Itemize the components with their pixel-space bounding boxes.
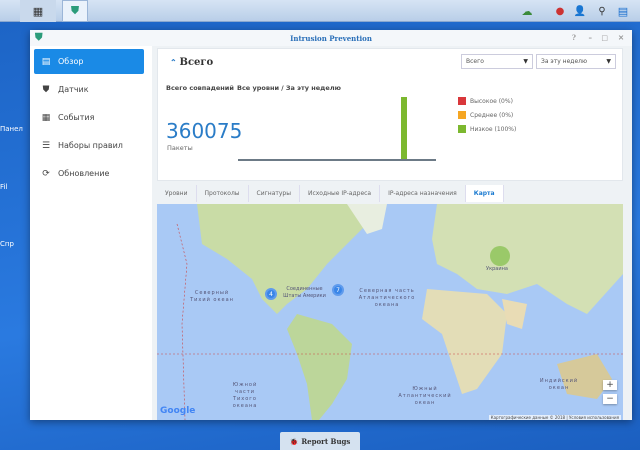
total-count: 360075 [166, 119, 243, 143]
sidebar-item-label: Датчик [58, 85, 89, 94]
tab-levels[interactable]: Уровни [157, 185, 197, 202]
sidebar-item-label: Обновление [58, 169, 110, 178]
subtitle-scope: Все уровни / За эту неделю [237, 84, 341, 92]
main-menu-button[interactable]: ▦ [20, 0, 56, 22]
tab-protocols[interactable]: Протоколы [197, 185, 249, 202]
sidebar: ▤ Обзор ⛊ Датчик ▦ События ☰ Наборы правил ⟳… [30, 46, 148, 420]
label-indian: Индийский океан [539, 378, 579, 391]
maximize-button[interactable]: □ [601, 33, 608, 42]
legend-swatch [458, 111, 466, 119]
period-select-value: За эту неделю [541, 58, 588, 65]
legend-medium: Среднее (0%) [458, 111, 513, 119]
sidebar-item-update[interactable]: ⟳ Обновление [34, 161, 144, 186]
app-shield-icon: ⛊ [35, 32, 43, 43]
legend-high: Высокое (0%) [458, 97, 513, 105]
user-icon[interactable]: 👤 [572, 0, 588, 22]
legend-swatch [458, 97, 466, 105]
rulesets-icon: ☰ [41, 140, 51, 151]
chart-bar [401, 97, 407, 159]
tab-signatures[interactable]: Сигнатуры [249, 185, 300, 202]
map-cluster-marker[interactable]: 4 [265, 288, 277, 300]
sidebar-item-label: События [58, 113, 95, 122]
legend-label: Низкое (100%) [470, 125, 517, 133]
report-bugs-label: Report Bugs [301, 436, 351, 446]
legend-low: Низкое (100%) [458, 125, 516, 133]
chevron-up-icon: ⌃ [170, 57, 180, 67]
search-icon[interactable]: ⚲ [594, 0, 610, 22]
legend-swatch [458, 125, 466, 133]
desktop-icon-help[interactable]: Спр [0, 240, 14, 248]
label-ukraine: Украина [486, 266, 508, 272]
level-select-value: Всего [466, 58, 484, 65]
summary-toggle[interactable]: ⌃ Всего [170, 57, 213, 68]
label-n-atlantic: Северная часть Атлантического океана [358, 288, 416, 308]
legend-label: Среднее (0%) [470, 111, 514, 119]
subtitle-total-matches: Всего совпадений [166, 84, 234, 92]
label-s-atlantic: Южный Атлантический океан [398, 386, 452, 406]
zoom-in-button[interactable]: + [603, 380, 617, 390]
window-titlebar[interactable]: ⛊ Intrusion Prevention ? – □ ✕ [30, 30, 632, 46]
total-unit: Пакеты [167, 144, 193, 152]
world-map[interactable]: Северный Тихий океан Соединенные Штаты А… [157, 204, 623, 420]
summary-title: Всего [179, 57, 214, 68]
desktop-icon-control-panel[interactable]: Панел [0, 125, 23, 133]
chart-x-axis [238, 159, 436, 161]
sidebar-item-rulesets[interactable]: ☰ Наборы правил [34, 133, 144, 158]
sidebar-item-events[interactable]: ▦ События [34, 105, 144, 130]
close-button[interactable]: ✕ [618, 33, 624, 42]
zoom-out-button[interactable]: − [603, 394, 617, 404]
report-bugs-button[interactable]: 🐞 Report Bugs [280, 432, 360, 450]
cloud-sync-icon[interactable]: ☁ [519, 0, 535, 22]
map-attribution: Картографические данные © 2018 | Условия… [488, 415, 621, 420]
widgets-icon[interactable]: ▤ [614, 0, 632, 22]
taskbar: ▦ ⛊ ☁ ● 👤 ⚲ ▤ [0, 0, 640, 22]
grid-icon: ▦ [32, 4, 44, 18]
tab-map[interactable]: Карта [465, 185, 504, 202]
overview-icon: ▤ [41, 56, 51, 67]
summary-card: ⌃ Всего Всего ▼ За эту неделю ▼ Всего совп… [157, 48, 623, 181]
sidebar-item-overview[interactable]: ▤ Обзор [34, 49, 144, 74]
tab-bar: Уровни Протоколы Сигнатуры Исходные IP-а… [157, 185, 504, 202]
label-n-pacific: Северный Тихий океан [190, 290, 234, 303]
sidebar-item-label: Наборы правил [58, 141, 123, 150]
tab-source-ip[interactable]: Исходные IP-адреса [300, 185, 381, 202]
sidebar-item-sensor[interactable]: ⛊ Датчик [34, 77, 144, 102]
attribution-text: Картографические данные © 2018 [490, 415, 566, 420]
map-cluster-marker[interactable]: 7 [332, 284, 344, 296]
notifications-icon[interactable]: ● [552, 0, 568, 22]
period-select[interactable]: За эту неделю ▼ [536, 54, 616, 69]
main-panel: ⌃ Всего Всего ▼ За эту неделю ▼ Всего совп… [152, 46, 632, 420]
sensor-icon: ⛊ [42, 84, 50, 95]
terms-link[interactable]: Условия использования [569, 415, 619, 420]
shield-icon: ⛊ [70, 4, 80, 17]
taskbar-app-intrusion-prevention[interactable]: ⛊ [62, 0, 88, 22]
help-button[interactable]: ? [572, 33, 576, 42]
bug-icon: 🐞 [289, 436, 299, 446]
update-icon: ⟳ [42, 168, 50, 179]
legend-label: Высокое (0%) [470, 97, 513, 105]
intrusion-prevention-window: ⛊ Intrusion Prevention ? – □ ✕ ▤ Обзор ⛊ Д… [30, 30, 632, 420]
desktop-icon-file-station[interactable]: Fil [0, 183, 7, 191]
events-icon: ▦ [41, 112, 51, 123]
window-title: Intrusion Prevention [290, 33, 372, 43]
label-usa: Соединенные Штаты Америки [283, 286, 326, 299]
level-select[interactable]: Всего ▼ [461, 54, 533, 69]
chevron-down-icon: ▼ [606, 58, 611, 65]
google-logo: Google [160, 406, 196, 416]
label-s-pacific: Южной части Тихого океана [232, 382, 258, 409]
sidebar-item-label: Обзор [58, 57, 84, 66]
tab-destination-ip[interactable]: IP-адреса назначения [380, 185, 466, 202]
chevron-down-icon: ▼ [523, 58, 528, 65]
minimize-button[interactable]: – [589, 33, 593, 42]
